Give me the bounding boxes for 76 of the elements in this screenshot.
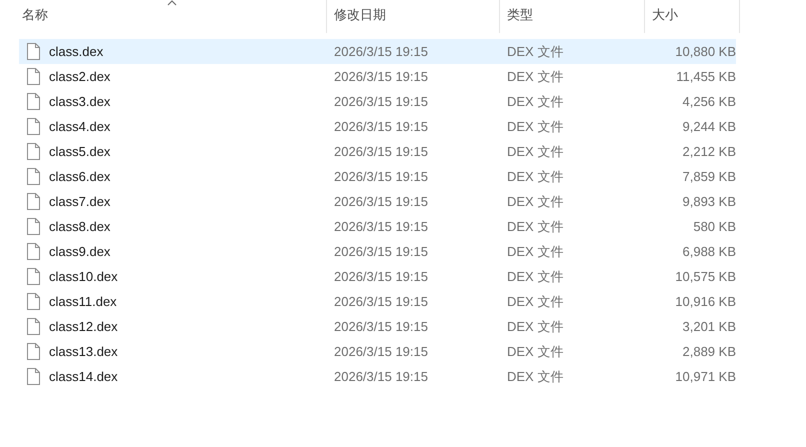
file-size: 9,244 KB — [682, 118, 736, 136]
file-size: 580 KB — [692, 218, 736, 236]
column-header[interactable]: 修改日期 — [327, 0, 500, 33]
column-header[interactable]: 类型 — [500, 0, 645, 33]
file-size: 7,859 KB — [682, 168, 736, 186]
file-size: 11,455 KB — [675, 68, 736, 86]
file-icon — [27, 318, 40, 335]
file-type: DEX 文件 — [506, 368, 564, 386]
file-type: DEX 文件 — [506, 68, 564, 86]
file-icon — [27, 368, 40, 385]
file-name: class7.dex — [49, 192, 110, 211]
file-name: class14.dex — [49, 368, 118, 386]
file-row[interactable]: class.dex 2026/3/15 19:15 DEX 文件 10,880 KB — [19, 39, 736, 64]
file-type: DEX 文件 — [506, 192, 564, 211]
file-size: 10,916 KB — [674, 292, 736, 311]
file-icon — [27, 268, 40, 285]
file-size: 2,889 KB — [682, 342, 736, 361]
modified-date: 2026/3/15 19:15 — [333, 142, 429, 161]
modified-date: 2026/3/15 19:15 — [333, 42, 429, 61]
file-type: DEX 文件 — [506, 292, 564, 311]
modified-date: 2026/3/15 19:15 — [333, 192, 429, 211]
file-type: DEX 文件 — [506, 42, 564, 61]
file-icon — [27, 193, 40, 210]
modified-date: 2026/3/15 19:15 — [333, 342, 429, 361]
file-size: 10,575 KB — [674, 268, 736, 286]
modified-date: 2026/3/15 19:15 — [333, 218, 429, 236]
file-name: class11.dex — [49, 292, 117, 311]
file-icon — [27, 243, 40, 260]
file-size: 10,971 KB — [674, 368, 736, 386]
sort-ascending-icon — [167, 0, 177, 6]
file-name: class13.dex — [49, 342, 118, 361]
modified-date: 2026/3/15 19:15 — [333, 268, 429, 286]
file-size: 10,880 KB — [674, 42, 736, 61]
modified-date: 2026/3/15 19:15 — [333, 368, 429, 386]
file-name: class10.dex — [49, 268, 118, 286]
file-type: DEX 文件 — [506, 242, 564, 261]
file-type: DEX 文件 — [506, 218, 564, 236]
file-name: class.dex — [49, 42, 104, 61]
modified-date: 2026/3/15 19:15 — [333, 68, 429, 86]
modified-date: 2026/3/15 19:15 — [333, 92, 429, 111]
column-header[interactable]: 大小 — [645, 0, 740, 33]
file-name: class9.dex — [49, 242, 110, 261]
file-type: DEX 文件 — [506, 142, 564, 161]
file-icon — [27, 168, 40, 185]
modified-date: 2026/3/15 19:15 — [333, 242, 429, 261]
file-name: class2.dex — [49, 68, 110, 86]
modified-date: 2026/3/15 19:15 — [333, 292, 429, 311]
file-name: class4.dex — [49, 118, 110, 136]
file-icon — [27, 143, 40, 160]
file-size: 2,212 KB — [682, 142, 736, 161]
file-type: DEX 文件 — [506, 268, 564, 286]
file-name: class6.dex — [49, 168, 110, 186]
file-type: DEX 文件 — [506, 318, 564, 336]
file-name: class3.dex — [49, 92, 110, 111]
file-icon — [27, 118, 40, 135]
file-type: DEX 文件 — [506, 168, 564, 186]
modified-date: 2026/3/15 19:15 — [333, 118, 429, 136]
file-icon — [27, 93, 40, 110]
file-type: DEX 文件 — [506, 342, 564, 361]
file-size: 9,893 KB — [682, 192, 736, 211]
file-name: class5.dex — [49, 142, 110, 161]
file-icon — [27, 43, 40, 60]
file-size: 6,988 KB — [682, 242, 736, 261]
file-size: 3,201 KB — [682, 318, 736, 336]
file-size: 4,256 KB — [682, 92, 736, 111]
file-type: DEX 文件 — [506, 118, 564, 136]
modified-date: 2026/3/15 19:15 — [333, 168, 429, 186]
column-header[interactable]: 名称 — [19, 0, 327, 33]
file-type: DEX 文件 — [506, 92, 564, 111]
file-icon — [27, 343, 40, 360]
file-name: class12.dex — [49, 318, 118, 336]
file-icon — [27, 218, 40, 235]
file-name: class8.dex — [49, 218, 110, 236]
modified-date: 2026/3/15 19:15 — [333, 318, 429, 336]
file-icon — [27, 293, 40, 310]
file-icon — [27, 68, 40, 85]
